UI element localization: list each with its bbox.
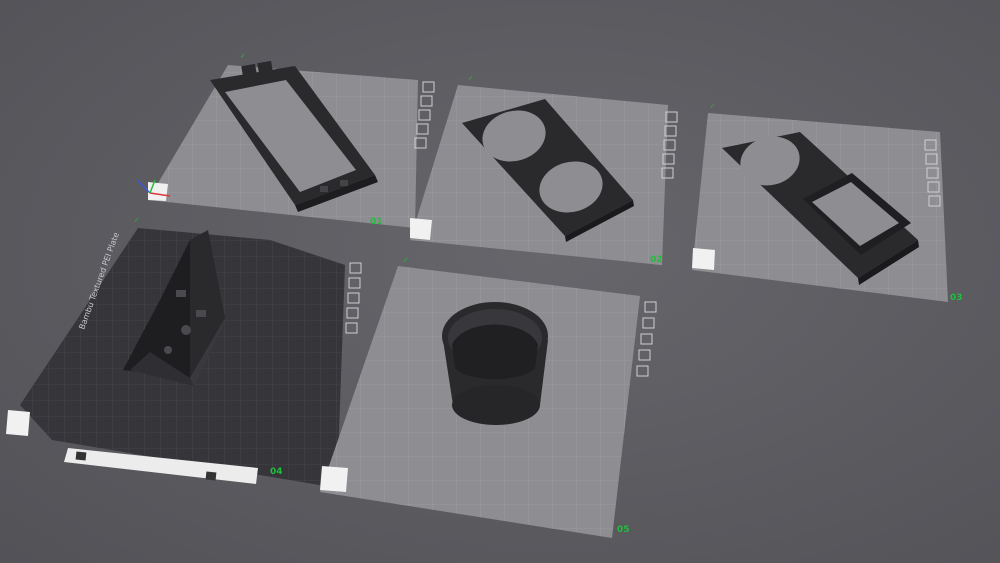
plate-label: 02 xyxy=(650,255,663,265)
plate-label: 01 xyxy=(370,217,383,227)
arrange-icon[interactable] xyxy=(347,292,360,304)
plate-label: 04 xyxy=(270,467,283,477)
settings-icon[interactable] xyxy=(348,277,361,289)
plate-01[interactable]: 01 ✓ xyxy=(136,52,435,228)
plate-mark: ✓ xyxy=(240,52,246,60)
settings-icon[interactable] xyxy=(420,95,433,107)
plate-label: 03 xyxy=(950,293,963,303)
close-icon[interactable] xyxy=(644,301,657,313)
plate-mark: ✓ xyxy=(403,256,409,264)
cylinder-cup-model[interactable] xyxy=(442,302,548,425)
settings-icon[interactable] xyxy=(642,317,655,329)
lock-icon[interactable] xyxy=(416,123,429,135)
arrange-icon[interactable] xyxy=(418,109,431,121)
plate-04[interactable]: Bambu Textured PEI Plate 04 ✓ xyxy=(6,216,362,488)
3d-viewport[interactable]: 01 ✓ 02 ✓ 03 ✓ Bambu Textured PEI Plate … xyxy=(0,0,1000,563)
close-icon[interactable] xyxy=(349,262,362,274)
plate-controls xyxy=(414,81,435,149)
arrange-icon[interactable] xyxy=(640,333,653,345)
plate-03[interactable]: 03 ✓ xyxy=(692,102,963,303)
plate-corner-marker xyxy=(6,410,30,436)
plate-corner-marker xyxy=(692,248,715,270)
lock-icon[interactable] xyxy=(346,307,359,319)
plate-mark: ✓ xyxy=(134,216,140,224)
plate-mark: ✓ xyxy=(468,74,474,82)
plate-corner-marker xyxy=(410,218,432,240)
scene: 01 ✓ 02 ✓ 03 ✓ Bambu Textured PEI Plate … xyxy=(6,52,963,538)
plate-controls xyxy=(345,262,362,334)
plate-mark: ✓ xyxy=(710,102,716,110)
plate-controls xyxy=(636,301,657,377)
close-icon[interactable] xyxy=(422,81,435,93)
plate-label: 05 xyxy=(617,525,630,535)
orient-icon[interactable] xyxy=(636,365,649,377)
plate-corner-marker xyxy=(320,466,348,492)
plate-05[interactable]: 05 ✓ xyxy=(320,256,657,538)
lock-icon[interactable] xyxy=(638,349,651,361)
plate-02[interactable]: 02 ✓ xyxy=(410,74,678,265)
orient-icon[interactable] xyxy=(345,322,358,334)
